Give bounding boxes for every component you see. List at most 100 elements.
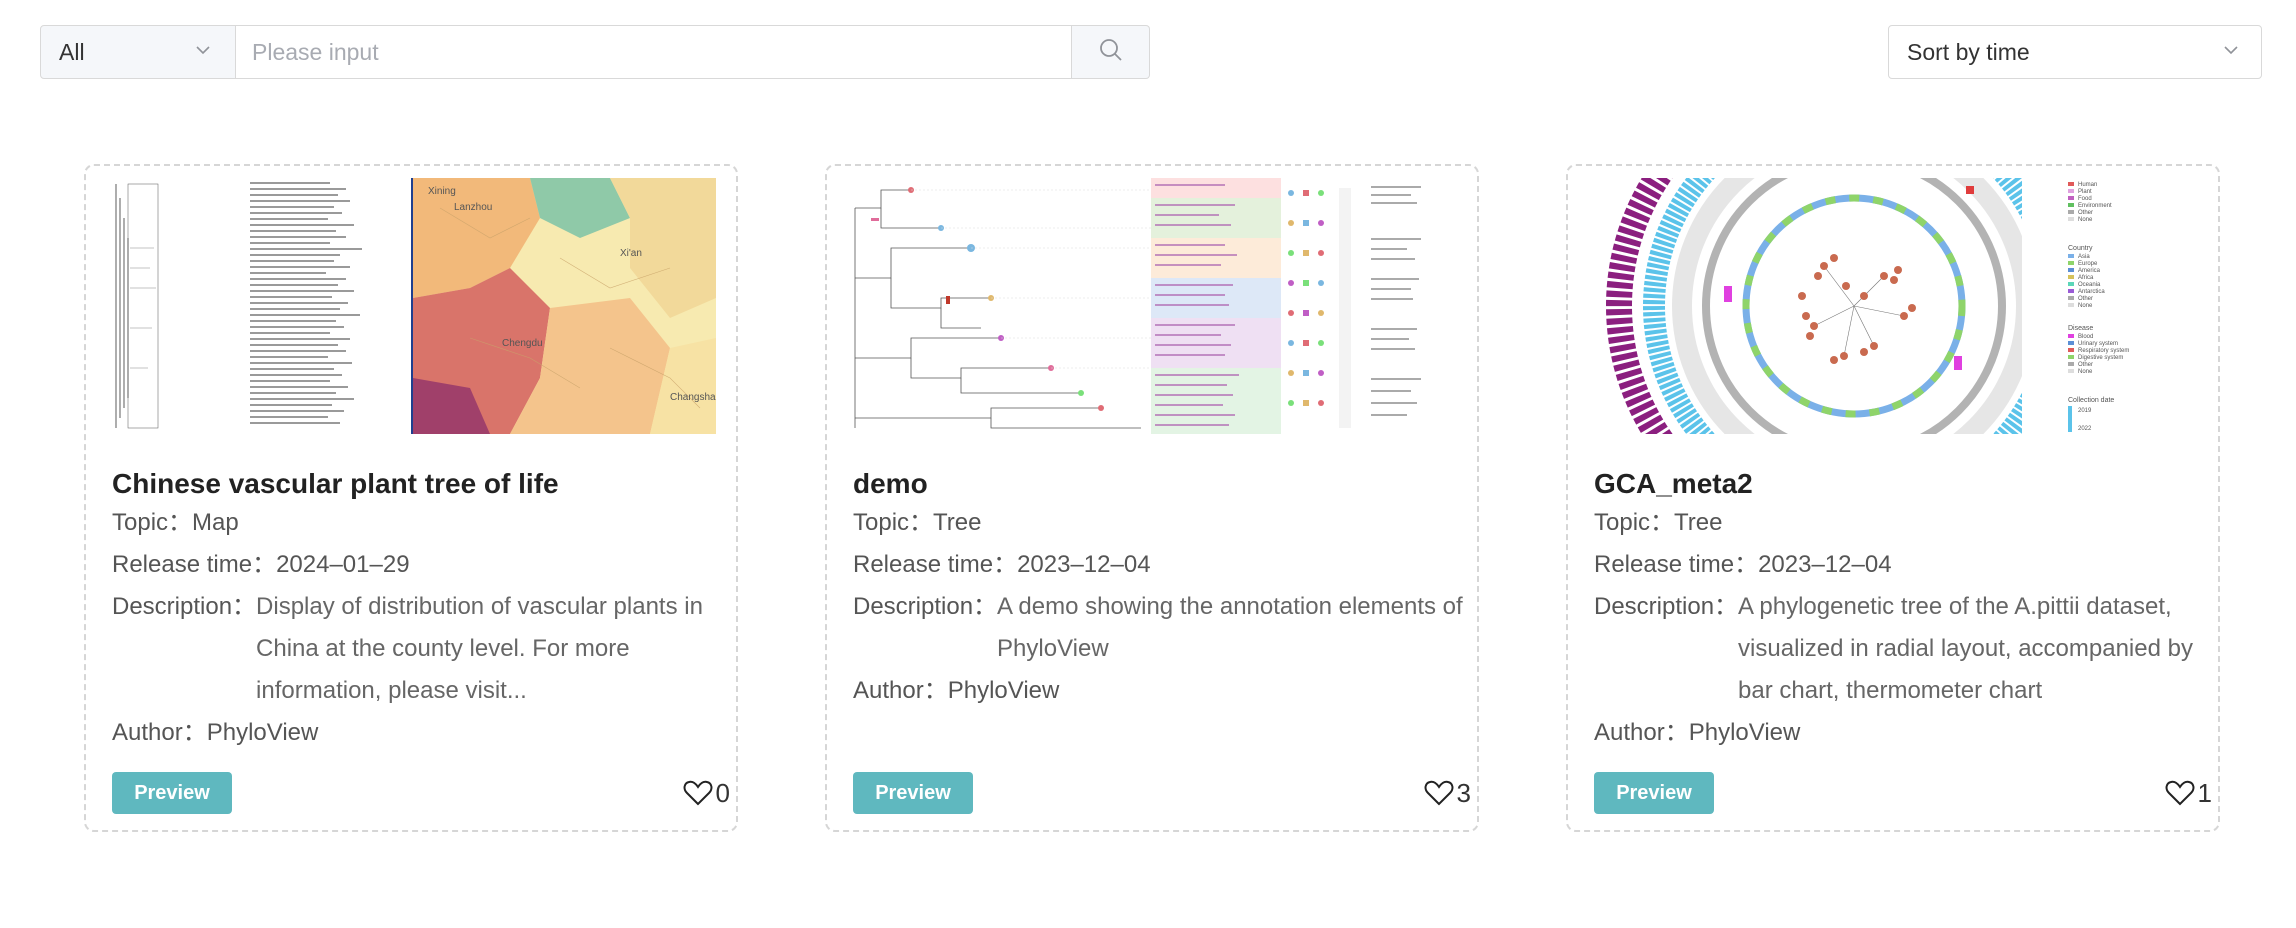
card-thumbnail[interactable]: Human Plant Food Environment Other None … [1592, 178, 2198, 434]
heart-icon [683, 780, 712, 806]
map-label: Chengdu [502, 338, 543, 349]
radial-tree-thumbnail: Human Plant Food Environment Other None … [1592, 178, 2198, 434]
legend-item: Other [2078, 362, 2093, 368]
legend-item: 2019 [2078, 408, 2092, 414]
project-card[interactable]: Lanzhou Xi'an Chengdu Changsha Xining Ch… [84, 164, 738, 832]
legend-item: Environment [2078, 203, 2112, 209]
description-label: Description： [1594, 593, 1739, 620]
card-title: GCA_meta2 [1594, 468, 1753, 499]
topic-label: Topic： [1594, 509, 1675, 536]
like-count: 0 [715, 777, 730, 808]
card-release-time: Release time：2024–01–29 [112, 544, 410, 586]
chevron-down-icon [2221, 39, 2241, 66]
card-description: Description： A demo showing the annotatio… [853, 586, 1463, 670]
legend-item: None [2078, 369, 2093, 375]
legend-item: Blood [2078, 334, 2093, 340]
category-select-value: All [59, 38, 85, 65]
legend-item: Digestive system [2078, 355, 2123, 361]
sort-select[interactable]: Sort by time [1888, 25, 2262, 79]
project-card[interactable]: Human Plant Food Environment Other None … [1566, 164, 2220, 832]
legend-heading: Country [2068, 245, 2093, 252]
like-count: 1 [2197, 777, 2212, 808]
card-topic: Topic：Tree [1594, 502, 1723, 544]
project-card[interactable]: demo Topic：Tree Release time：2023–12–04 … [825, 164, 1479, 832]
topic-label: Topic： [853, 509, 934, 536]
search-icon [1098, 37, 1124, 68]
annotated-tree-thumbnail [851, 178, 1457, 434]
release-label: Release time： [853, 551, 1018, 578]
description-value: A phylogenetic tree of the A.pittii data… [1738, 593, 2193, 704]
card-topic: Topic：Tree [853, 502, 982, 544]
sort-select-value: Sort by time [1907, 38, 2030, 65]
legend-item: America [2078, 268, 2101, 274]
author-value: PhyloView [947, 677, 1060, 704]
topic-label: Topic： [112, 509, 193, 536]
legend-item: Other [2078, 296, 2093, 302]
legend-item: Oceania [2078, 282, 2101, 288]
release-label: Release time： [112, 551, 277, 578]
description-value: Display of distribution of vascular plan… [256, 593, 703, 704]
legend-heading: Collection date [2068, 397, 2114, 404]
tree-map-thumbnail: Lanzhou Xi'an Chengdu Changsha Xining [110, 178, 716, 434]
card-thumbnail[interactable]: Lanzhou Xi'an Chengdu Changsha Xining [110, 178, 716, 434]
card-author: Author：PhyloView [112, 712, 318, 754]
category-select[interactable]: All [40, 25, 236, 79]
author-label: Author： [112, 719, 207, 746]
like-button[interactable]: 0 [683, 772, 730, 814]
topic-value: Map [192, 509, 239, 536]
legend-item: Asia [2078, 254, 2090, 260]
search-button[interactable] [1072, 25, 1150, 79]
card-title: demo [853, 468, 928, 499]
preview-button[interactable]: Preview [853, 772, 973, 814]
description-label: Description： [853, 593, 998, 620]
legend-item: Plant [2078, 189, 2092, 195]
card-release-time: Release time：2023–12–04 [853, 544, 1151, 586]
search-input[interactable] [236, 25, 1072, 79]
legend-item: Antarctica [2078, 289, 2105, 295]
card-release-time: Release time：2023–12–04 [1594, 544, 1892, 586]
description-value: A demo showing the annotation elements o… [997, 593, 1463, 662]
like-count: 3 [1456, 777, 1471, 808]
legend-item: Respiratory system [2078, 348, 2129, 354]
release-value: 2023–12–04 [1017, 551, 1151, 578]
like-button[interactable]: 1 [2165, 772, 2212, 814]
card-title: Chinese vascular plant tree of life [112, 468, 559, 499]
card-author: Author：PhyloView [1594, 712, 1800, 754]
legend-heading: Disease [2068, 325, 2093, 332]
legend-item: Europe [2078, 261, 2098, 267]
card-description: Description： A phylogenetic tree of the A… [1594, 586, 2204, 712]
author-value: PhyloView [206, 719, 319, 746]
legend-item: 2022 [2078, 426, 2092, 432]
legend-item: Other [2078, 210, 2093, 216]
release-label: Release time： [1594, 551, 1759, 578]
heart-icon [2165, 780, 2194, 806]
author-label: Author： [853, 677, 948, 704]
legend-item: Human [2078, 182, 2097, 188]
author-value: PhyloView [1688, 719, 1801, 746]
map-label: Lanzhou [454, 202, 492, 213]
release-value: 2023–12–04 [1758, 551, 1892, 578]
search-bar: All [40, 25, 1150, 79]
map-label: Xining [428, 186, 456, 197]
topic-value: Tree [933, 509, 982, 536]
heart-icon [1424, 780, 1453, 806]
chevron-down-icon [193, 39, 213, 66]
card-author: Author：PhyloView [853, 670, 1059, 712]
card-topic: Topic：Map [112, 502, 239, 544]
card-description: Description： Display of distribution of v… [112, 586, 722, 712]
card-thumbnail[interactable] [851, 178, 1457, 434]
map-label: Changsha [670, 392, 716, 403]
preview-button[interactable]: Preview [112, 772, 232, 814]
legend-item: Urinary system [2078, 341, 2118, 347]
like-button[interactable]: 3 [1424, 772, 1471, 814]
description-label: Description： [112, 593, 257, 620]
topic-value: Tree [1674, 509, 1723, 536]
legend-item: None [2078, 303, 2093, 309]
author-label: Author： [1594, 719, 1689, 746]
legend-item: Food [2078, 196, 2092, 202]
legend-item: Africa [2078, 275, 2094, 281]
legend-item: None [2078, 217, 2093, 223]
release-value: 2024–01–29 [276, 551, 410, 578]
preview-button[interactable]: Preview [1594, 772, 1714, 814]
map-label: Xi'an [620, 248, 642, 259]
